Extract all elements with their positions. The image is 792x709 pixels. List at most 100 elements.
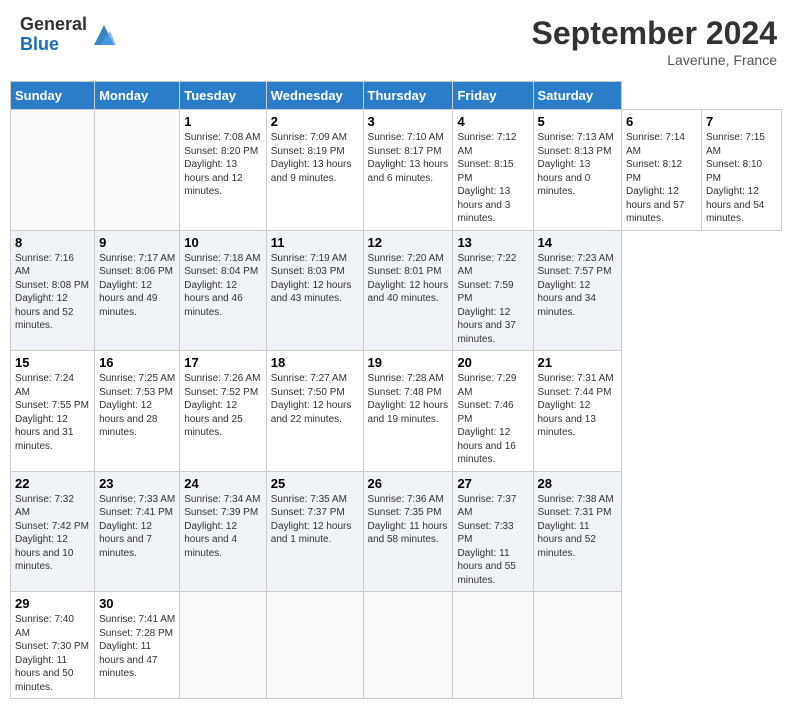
day-number: 6 xyxy=(626,114,697,129)
calendar-cell: 24 Sunrise: 7:34 AMSunset: 7:39 PMDaylig… xyxy=(180,471,267,592)
day-info: Sunrise: 7:13 AMSunset: 8:13 PMDaylight:… xyxy=(538,132,614,197)
day-number: 4 xyxy=(457,114,528,129)
logo-icon xyxy=(90,21,118,49)
calendar-cell xyxy=(533,592,621,699)
calendar-cell: 28 Sunrise: 7:38 AMSunset: 7:31 PMDaylig… xyxy=(533,471,621,592)
day-info: Sunrise: 7:41 AMSunset: 7:28 PMDaylight:… xyxy=(99,614,175,679)
day-info: Sunrise: 7:20 AMSunset: 8:01 PMDaylight:… xyxy=(368,253,449,305)
calendar-cell: 25 Sunrise: 7:35 AMSunset: 7:37 PMDaylig… xyxy=(266,471,363,592)
logo-general-text: General xyxy=(20,15,87,35)
calendar-cell: 30 Sunrise: 7:41 AMSunset: 7:28 PMDaylig… xyxy=(95,592,180,699)
day-info: Sunrise: 7:34 AMSunset: 7:39 PMDaylight:… xyxy=(184,494,260,559)
calendar-cell xyxy=(453,592,533,699)
calendar-week-row: 29 Sunrise: 7:40 AMSunset: 7:30 PMDaylig… xyxy=(11,592,782,699)
weekday-header-row: SundayMondayTuesdayWednesdayThursdayFrid… xyxy=(11,82,782,110)
calendar-cell: 11 Sunrise: 7:19 AMSunset: 8:03 PMDaylig… xyxy=(266,230,363,351)
calendar-cell: 19 Sunrise: 7:28 AMSunset: 7:48 PMDaylig… xyxy=(363,351,453,472)
day-number: 17 xyxy=(184,355,262,370)
day-info: Sunrise: 7:35 AMSunset: 7:37 PMDaylight:… xyxy=(271,494,352,546)
logo: General Blue xyxy=(20,15,118,55)
calendar-cell: 29 Sunrise: 7:40 AMSunset: 7:30 PMDaylig… xyxy=(11,592,95,699)
title-area: September 2024 Laverune, France xyxy=(532,15,777,68)
calendar-cell: 18 Sunrise: 7:27 AMSunset: 7:50 PMDaylig… xyxy=(266,351,363,472)
day-number: 22 xyxy=(15,476,90,491)
day-info: Sunrise: 7:16 AMSunset: 8:08 PMDaylight:… xyxy=(15,253,89,332)
calendar-cell xyxy=(11,110,95,231)
weekday-header-sunday: Sunday xyxy=(11,82,95,110)
calendar-cell: 10 Sunrise: 7:18 AMSunset: 8:04 PMDaylig… xyxy=(180,230,267,351)
calendar-cell: 17 Sunrise: 7:26 AMSunset: 7:52 PMDaylig… xyxy=(180,351,267,472)
calendar-cell: 23 Sunrise: 7:33 AMSunset: 7:41 PMDaylig… xyxy=(95,471,180,592)
calendar-cell xyxy=(363,592,453,699)
day-info: Sunrise: 7:25 AMSunset: 7:53 PMDaylight:… xyxy=(99,373,175,438)
day-info: Sunrise: 7:27 AMSunset: 7:50 PMDaylight:… xyxy=(271,373,352,425)
day-number: 16 xyxy=(99,355,175,370)
day-number: 11 xyxy=(271,235,359,250)
day-number: 3 xyxy=(368,114,449,129)
weekday-header-tuesday: Tuesday xyxy=(180,82,267,110)
day-number: 20 xyxy=(457,355,528,370)
calendar-cell: 26 Sunrise: 7:36 AMSunset: 7:35 PMDaylig… xyxy=(363,471,453,592)
calendar-cell xyxy=(95,110,180,231)
calendar-cell: 1 Sunrise: 7:08 AMSunset: 8:20 PMDayligh… xyxy=(180,110,267,231)
calendar-cell: 5 Sunrise: 7:13 AMSunset: 8:13 PMDayligh… xyxy=(533,110,621,231)
calendar-cell: 16 Sunrise: 7:25 AMSunset: 7:53 PMDaylig… xyxy=(95,351,180,472)
day-number: 13 xyxy=(457,235,528,250)
day-number: 29 xyxy=(15,596,90,611)
calendar-cell: 4 Sunrise: 7:12 AMSunset: 8:15 PMDayligh… xyxy=(453,110,533,231)
day-info: Sunrise: 7:22 AMSunset: 7:59 PMDaylight:… xyxy=(457,253,516,345)
day-info: Sunrise: 7:15 AMSunset: 8:10 PMDaylight:… xyxy=(706,132,765,224)
day-info: Sunrise: 7:29 AMSunset: 7:46 PMDaylight:… xyxy=(457,373,516,465)
calendar-cell: 20 Sunrise: 7:29 AMSunset: 7:46 PMDaylig… xyxy=(453,351,533,472)
day-number: 9 xyxy=(99,235,175,250)
calendar-cell xyxy=(266,592,363,699)
day-info: Sunrise: 7:33 AMSunset: 7:41 PMDaylight:… xyxy=(99,494,175,559)
day-number: 1 xyxy=(184,114,262,129)
logo-blue-text: Blue xyxy=(20,35,87,55)
day-number: 5 xyxy=(538,114,617,129)
day-number: 27 xyxy=(457,476,528,491)
calendar-cell: 22 Sunrise: 7:32 AMSunset: 7:42 PMDaylig… xyxy=(11,471,95,592)
day-info: Sunrise: 7:12 AMSunset: 8:15 PMDaylight:… xyxy=(457,132,516,224)
day-info: Sunrise: 7:18 AMSunset: 8:04 PMDaylight:… xyxy=(184,253,260,318)
day-number: 15 xyxy=(15,355,90,370)
calendar-cell: 27 Sunrise: 7:37 AMSunset: 7:33 PMDaylig… xyxy=(453,471,533,592)
day-number: 24 xyxy=(184,476,262,491)
day-number: 28 xyxy=(538,476,617,491)
day-number: 19 xyxy=(368,355,449,370)
day-number: 12 xyxy=(368,235,449,250)
day-number: 25 xyxy=(271,476,359,491)
calendar-week-row: 1 Sunrise: 7:08 AMSunset: 8:20 PMDayligh… xyxy=(11,110,782,231)
month-title: September 2024 xyxy=(532,15,777,52)
day-info: Sunrise: 7:10 AMSunset: 8:17 PMDaylight:… xyxy=(368,132,449,184)
calendar-table: SundayMondayTuesdayWednesdayThursdayFrid… xyxy=(10,81,782,699)
day-info: Sunrise: 7:31 AMSunset: 7:44 PMDaylight:… xyxy=(538,373,614,438)
calendar-week-row: 8 Sunrise: 7:16 AMSunset: 8:08 PMDayligh… xyxy=(11,230,782,351)
day-info: Sunrise: 7:36 AMSunset: 7:35 PMDaylight:… xyxy=(368,494,448,546)
calendar-cell: 9 Sunrise: 7:17 AMSunset: 8:06 PMDayligh… xyxy=(95,230,180,351)
calendar-cell xyxy=(180,592,267,699)
day-number: 26 xyxy=(368,476,449,491)
weekday-header-wednesday: Wednesday xyxy=(266,82,363,110)
day-number: 23 xyxy=(99,476,175,491)
day-info: Sunrise: 7:24 AMSunset: 7:55 PMDaylight:… xyxy=(15,373,89,452)
day-info: Sunrise: 7:08 AMSunset: 8:20 PMDaylight:… xyxy=(184,132,260,197)
day-number: 14 xyxy=(538,235,617,250)
day-info: Sunrise: 7:09 AMSunset: 8:19 PMDaylight:… xyxy=(271,132,352,184)
day-number: 8 xyxy=(15,235,90,250)
calendar-cell: 12 Sunrise: 7:20 AMSunset: 8:01 PMDaylig… xyxy=(363,230,453,351)
calendar-cell: 15 Sunrise: 7:24 AMSunset: 7:55 PMDaylig… xyxy=(11,351,95,472)
day-number: 2 xyxy=(271,114,359,129)
day-info: Sunrise: 7:32 AMSunset: 7:42 PMDaylight:… xyxy=(15,494,89,573)
calendar-cell: 13 Sunrise: 7:22 AMSunset: 7:59 PMDaylig… xyxy=(453,230,533,351)
location-subtitle: Laverune, France xyxy=(532,52,777,68)
weekday-header-thursday: Thursday xyxy=(363,82,453,110)
calendar-cell: 3 Sunrise: 7:10 AMSunset: 8:17 PMDayligh… xyxy=(363,110,453,231)
weekday-header-monday: Monday xyxy=(95,82,180,110)
day-info: Sunrise: 7:23 AMSunset: 7:57 PMDaylight:… xyxy=(538,253,614,318)
day-number: 10 xyxy=(184,235,262,250)
calendar-cell: 6 Sunrise: 7:14 AMSunset: 8:12 PMDayligh… xyxy=(621,110,701,231)
weekday-header-friday: Friday xyxy=(453,82,533,110)
day-info: Sunrise: 7:37 AMSunset: 7:33 PMDaylight:… xyxy=(457,494,516,586)
day-number: 21 xyxy=(538,355,617,370)
